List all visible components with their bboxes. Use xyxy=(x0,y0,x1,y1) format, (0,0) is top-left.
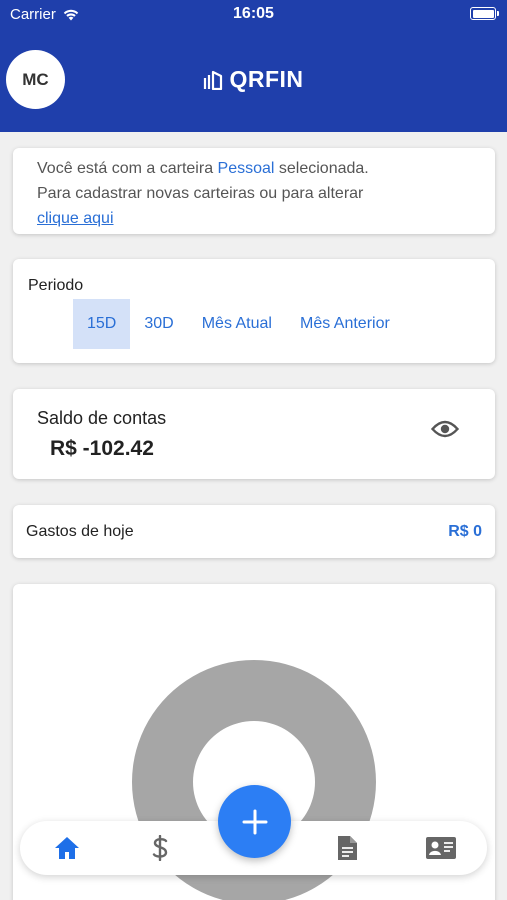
period-option-15d[interactable]: 15D xyxy=(73,299,131,349)
wallet-notice-line1: Você está com a carteira Pessoal selecio… xyxy=(37,156,471,181)
period-option-previous-month[interactable]: Mês Anterior xyxy=(286,299,404,349)
wallet-notice-card: Você está com a carteira Pessoal selecio… xyxy=(13,148,495,234)
period-option-30d[interactable]: 30D xyxy=(130,299,187,349)
nav-finances[interactable] xyxy=(146,834,174,862)
contact-card-icon xyxy=(426,837,456,859)
battery-icon xyxy=(470,7,499,20)
nav-contacts[interactable] xyxy=(425,834,457,862)
balance-title: Saldo de contas xyxy=(37,408,167,428)
app-logo: QRFIN xyxy=(0,66,507,93)
app-header: Carrier 16:05 MC QRFIN xyxy=(0,0,507,132)
today-spending-value: R$ 0 xyxy=(448,522,482,540)
eye-icon[interactable] xyxy=(431,419,459,439)
balance-card: Saldo de contas R$ -102.42 xyxy=(13,389,495,479)
period-card: Periodo 15D 30D Mês Atual Mês Anterior xyxy=(13,259,495,363)
period-selector: 15D 30D Mês Atual Mês Anterior xyxy=(73,299,404,349)
period-label: Periodo xyxy=(28,277,84,294)
home-icon xyxy=(55,837,79,859)
document-icon xyxy=(338,836,357,860)
wallet-notice-prefix: Você está com a carteira xyxy=(37,160,218,177)
wallet-change-link[interactable]: clique aqui xyxy=(37,210,114,227)
wallet-notice-suffix: selecionada. xyxy=(274,160,369,177)
today-spending-card: Gastos de hoje R$ 0 xyxy=(13,505,495,558)
add-transaction-button[interactable] xyxy=(218,785,291,858)
add-icon xyxy=(242,809,267,834)
balance-value: R$ -102.42 xyxy=(50,437,154,460)
logo-icon xyxy=(204,70,223,90)
status-bar: Carrier 16:05 xyxy=(0,0,507,30)
period-option-current-month[interactable]: Mês Atual xyxy=(188,299,286,349)
dollar-icon xyxy=(152,835,168,861)
wallet-name: Pessoal xyxy=(217,160,275,177)
wallet-notice-line2: Para cadastrar novas carteiras ou para a… xyxy=(37,185,364,202)
nav-reports[interactable] xyxy=(333,834,361,862)
today-spending-label: Gastos de hoje xyxy=(26,522,134,540)
status-time: 16:05 xyxy=(233,5,274,22)
nav-home[interactable] xyxy=(53,834,81,862)
logo-text: QRFIN xyxy=(229,66,304,92)
